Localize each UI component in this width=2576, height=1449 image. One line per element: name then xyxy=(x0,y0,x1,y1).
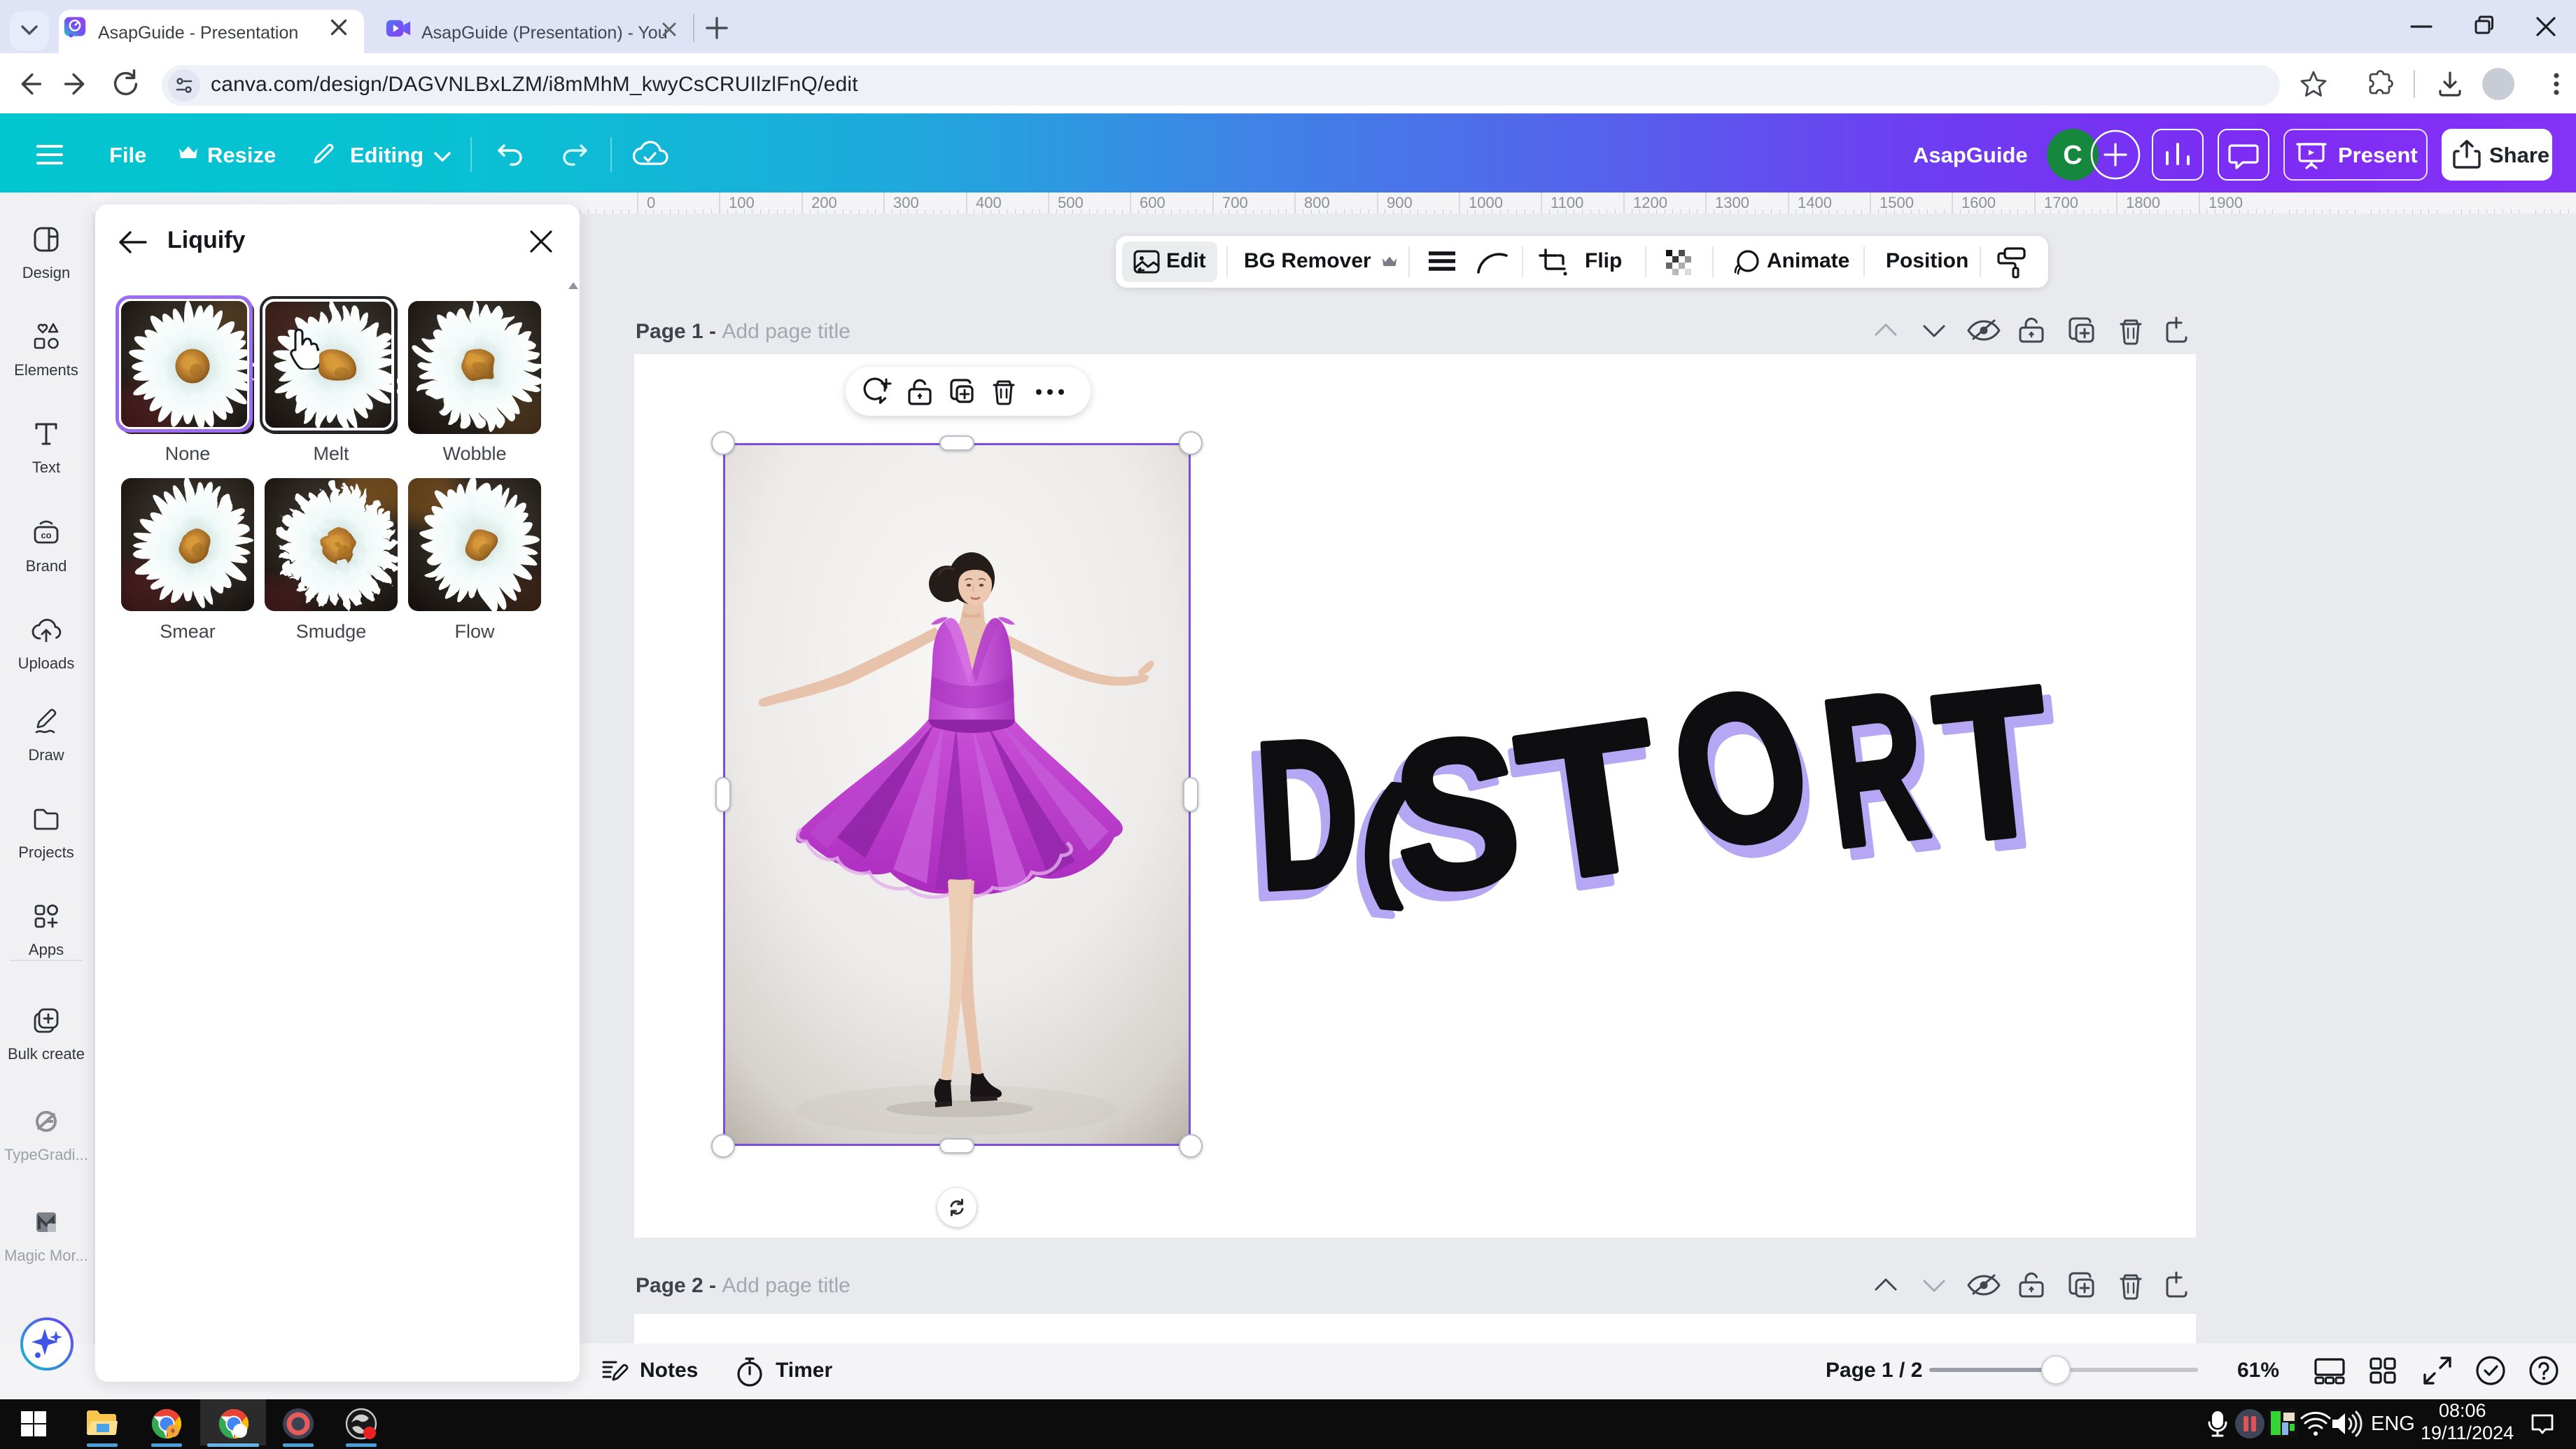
svg-text:S: S xyxy=(1387,692,1527,935)
svg-text:D: D xyxy=(1251,695,1364,934)
svg-text:T: T xyxy=(1926,658,2061,887)
svg-text:co: co xyxy=(41,530,51,540)
svg-text:C: C xyxy=(2063,141,2082,170)
svg-text:O: O xyxy=(1647,658,1834,899)
